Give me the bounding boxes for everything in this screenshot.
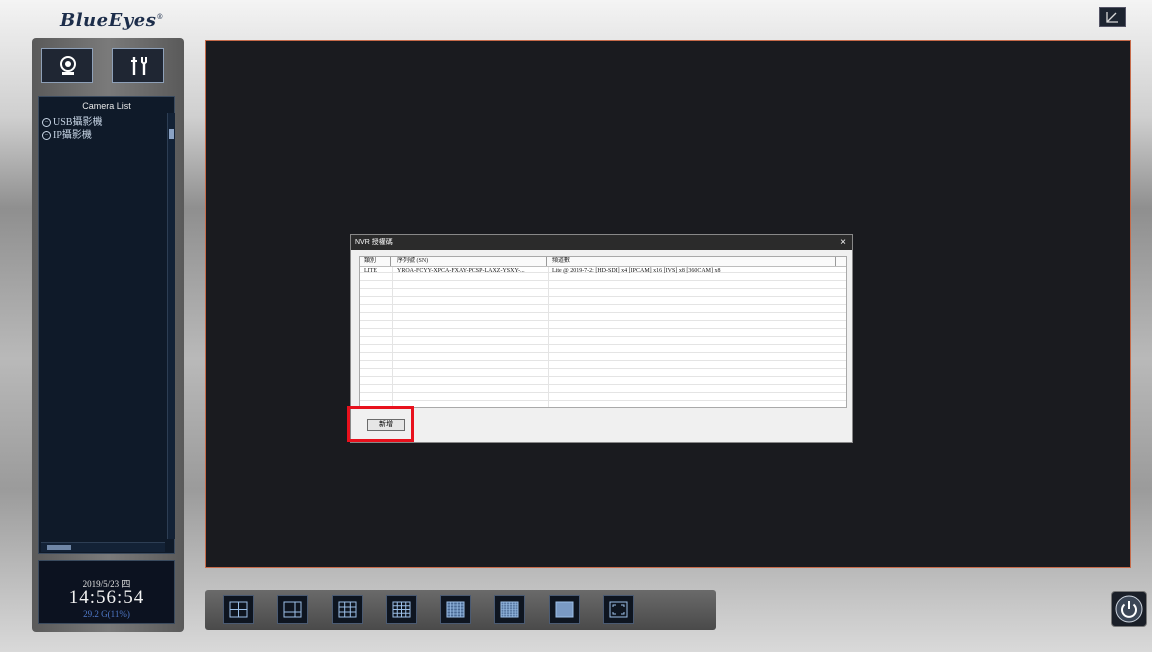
- grid-4-icon: [229, 601, 248, 618]
- disk-usage-text: 29.2 G(11%): [83, 609, 130, 619]
- grid-6-icon: [283, 601, 302, 618]
- grid-64-icon: [555, 601, 574, 618]
- clock-panel: 2019/5/23 四 14:56:54 29.2 G(11%): [38, 560, 175, 624]
- fullscreen-icon: [1106, 12, 1118, 23]
- collapse-icon[interactable]: –: [42, 131, 51, 141]
- layout-64-button[interactable]: [549, 595, 580, 624]
- column-header-type[interactable]: 類別: [364, 257, 376, 266]
- vertical-scrollbar[interactable]: [167, 113, 175, 539]
- camera-list-title: Camera List: [82, 101, 131, 111]
- layout-6-button[interactable]: [277, 595, 308, 624]
- cell-sn: YROA-FCYY-XPCA-FXAY-PCSP-LAXZ-YSXY-...: [397, 268, 525, 274]
- column-divider: [835, 257, 836, 266]
- cell-type: LITE: [364, 268, 377, 274]
- layout-custom-button[interactable]: [603, 595, 634, 624]
- grid-9-icon: [338, 601, 357, 618]
- fullscreen-button[interactable]: [1099, 7, 1126, 27]
- grid-36-icon: [500, 601, 519, 618]
- license-table: 類別 序列號 (SN) 頻道數 LITE YROA-FCYY-XPCA-FXAY…: [359, 256, 847, 408]
- layout-16-button[interactable]: [386, 595, 417, 624]
- table-row[interactable]: LITE YROA-FCYY-XPCA-FXAY-PCSP-LAXZ-YSXY-…: [360, 267, 846, 275]
- power-button[interactable]: [1111, 591, 1147, 627]
- dialog-title: NVR 授權碼: [355, 239, 393, 246]
- column-header-channels[interactable]: 頻道數: [552, 257, 570, 266]
- camera-list-panel: Camera List – USB攝影機 – IP攝影機: [38, 96, 175, 554]
- layout-36-button[interactable]: [494, 595, 525, 624]
- camera-group-ip[interactable]: – IP攝影機: [42, 126, 92, 141]
- column-divider: [548, 257, 549, 407]
- webcam-icon: [60, 56, 76, 75]
- layout-4-button[interactable]: [223, 595, 254, 624]
- time-text: 14:56:54: [68, 587, 145, 608]
- cell-channels: Lite @ 2019-7-2: [HD-SDI] x4 [IPCAM] x16…: [552, 268, 721, 274]
- nvr-license-dialog: NVR 授權碼 × 類別 序列號 (SN) 頻道數 LITE YROA-FCYY…: [350, 234, 853, 443]
- column-divider: [392, 257, 393, 407]
- layout-9-button[interactable]: [332, 595, 363, 624]
- horizontal-scrollbar[interactable]: [41, 542, 165, 552]
- close-icon[interactable]: ×: [840, 235, 846, 250]
- column-header-sn[interactable]: 序列號 (SN): [397, 257, 428, 266]
- scrollbar-thumb[interactable]: [47, 545, 71, 550]
- settings-button[interactable]: [112, 48, 164, 83]
- app-logo: BlueEyes®: [60, 10, 164, 31]
- column-divider: [546, 257, 547, 266]
- grid-16-icon: [392, 601, 411, 618]
- highlight-box: [347, 406, 414, 442]
- expand-icon: [609, 601, 628, 618]
- scrollbar-thumb[interactable]: [169, 129, 174, 139]
- grid-25-icon: [446, 601, 465, 618]
- camera-button[interactable]: [41, 48, 93, 83]
- table-header: 類別 序列號 (SN) 頻道數: [360, 257, 846, 267]
- tools-icon: [131, 57, 147, 75]
- layout-25-button[interactable]: [440, 595, 471, 624]
- power-icon: [1115, 595, 1143, 623]
- column-divider: [390, 257, 391, 266]
- dialog-titlebar[interactable]: NVR 授權碼 ×: [351, 235, 852, 250]
